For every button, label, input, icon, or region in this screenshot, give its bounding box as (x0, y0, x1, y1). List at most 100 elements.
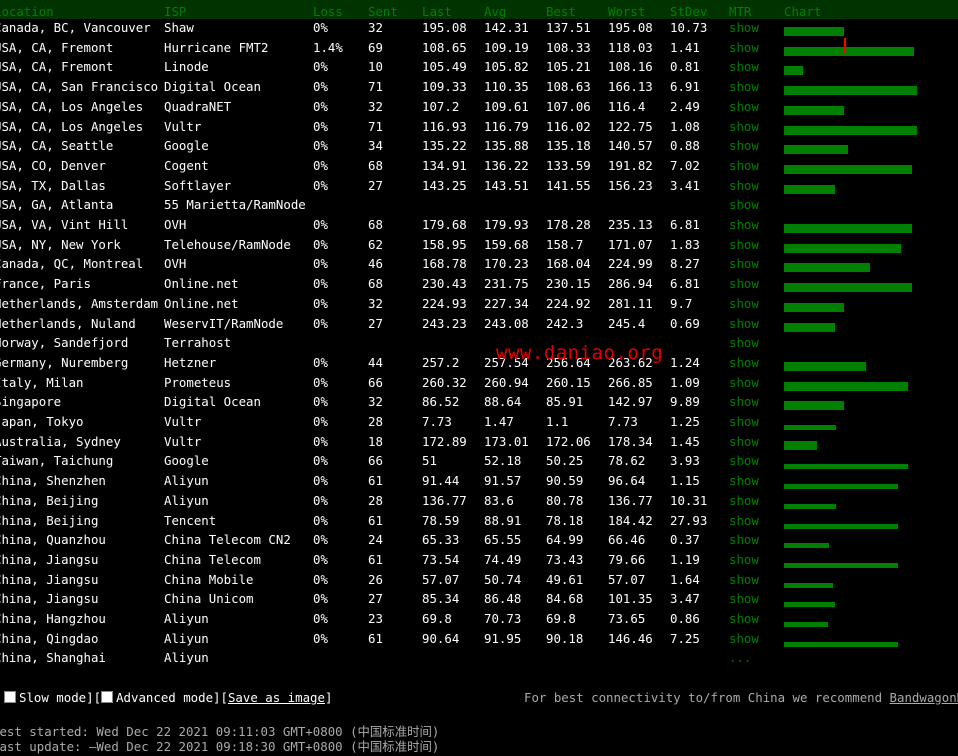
bandwagonhost-link[interactable]: BandwagonHost (890, 690, 958, 705)
mtr-show-link[interactable]: show (729, 453, 759, 469)
cell-loss: 0% (313, 157, 328, 173)
cell-isp: 55 Marietta/RamNode (164, 197, 306, 213)
cell-isp: Shaw (164, 20, 194, 35)
mtr-show-link[interactable]: show (729, 493, 759, 509)
cell-best: 260.15 (546, 374, 591, 390)
cell-last: 158.95 (422, 236, 467, 252)
mtr-show-link[interactable]: show (729, 40, 759, 56)
latency-chart-bar (784, 224, 912, 233)
cell-sent: 18 (368, 433, 383, 449)
latency-chart-bar (784, 283, 912, 293)
mtr-show-link[interactable]: show (729, 591, 759, 607)
table-row: Taiwan, Taichung Google 0% 66 51 52.18 50.25 78… (0, 452, 958, 472)
mtr-show-link[interactable]: show (729, 532, 759, 548)
cell-best: 69.8 (546, 611, 576, 626)
mtr-show-link[interactable]: show (729, 513, 759, 529)
table-row: Canada, QC, Montreal OVH 0% 46 168.78 170.23 1… (0, 255, 958, 275)
table-row: Singapore Digital Ocean 0% 32 86.52 88.64 85.9… (0, 393, 958, 413)
cell-avg: 91.57 (484, 473, 522, 489)
cell-best: 108.63 (546, 79, 591, 95)
mtr-show-link[interactable]: show (729, 158, 759, 174)
latency-chart-bar (784, 622, 828, 627)
cell-location: USA, GA, Atlanta (0, 197, 114, 213)
table-row: China, Shenzhen Aliyun 0% 61 91.44 91.57 90.59… (0, 472, 958, 492)
cell-loss: 0% (313, 295, 328, 311)
advanced-mode-checkbox[interactable] (101, 691, 114, 703)
mtr-show-link[interactable]: show (729, 394, 759, 410)
mtr-show-link[interactable]: show (729, 316, 759, 332)
mtr-show-link[interactable]: show (729, 335, 759, 351)
cell-location: USA, VA, Vint Hill (0, 217, 129, 232)
mtr-show-link[interactable]: show (729, 375, 759, 391)
cell-sent: 32 (368, 295, 383, 311)
mtr-show-link[interactable]: show (729, 276, 759, 292)
cell-sent: 27 (368, 315, 383, 331)
mtr-show-link[interactable]: show (729, 296, 759, 312)
mtr-show-link[interactable]: show (729, 611, 759, 627)
mtr-show-link[interactable]: show (729, 355, 759, 371)
cell-worst: 73.65 (608, 611, 646, 626)
mtr-show-link[interactable]: show (729, 414, 759, 430)
advanced-mode-label[interactable]: Advanced mode (116, 690, 213, 705)
mtr-show-link[interactable]: show (729, 59, 759, 75)
mtr-show-link[interactable]: show (729, 20, 759, 36)
cell-sent: 34 (368, 138, 383, 154)
cell-stdev: 0.81 (670, 59, 700, 75)
watermark: www.daniao.org (496, 342, 664, 364)
cell-location: Singapore (0, 394, 62, 410)
table-row: USA, CA, San Francisco Digital Ocean 0% 71 1… (0, 78, 958, 98)
mtr-show-link[interactable]: show (729, 552, 759, 568)
cell-sent: 61 (368, 551, 383, 567)
mtr-show-link[interactable]: show (729, 256, 759, 272)
cell-worst: 171.07 (608, 236, 653, 252)
mtr-show-link[interactable]: show (729, 237, 759, 253)
cell-last: 107.2 (422, 98, 460, 114)
table-row: China, Jiangsu China Telecom 0% 61 73.54 74.4… (0, 551, 958, 571)
latency-chart-bar (784, 86, 917, 96)
cell-avg: 136.22 (484, 157, 529, 173)
cell-loss: 0% (313, 315, 328, 331)
cell-loss: 0% (313, 611, 328, 626)
cell-best: 64.99 (546, 532, 584, 548)
save-as-image-link[interactable]: Save as image (228, 690, 325, 705)
mtr-show-link[interactable]: show (729, 119, 759, 135)
mtr-show-link[interactable]: show (729, 572, 759, 588)
cell-best: 85.91 (546, 394, 584, 410)
cell-avg: 1.47 (484, 414, 514, 429)
table-row: China, Hangzhou Aliyun 0% 23 69.8 70.73 69.8 73… (0, 610, 958, 630)
mtr-show-link[interactable]: show (729, 434, 759, 450)
slow-mode-label[interactable]: Slow mode (19, 690, 86, 705)
mtr-show-link[interactable]: show (729, 197, 759, 213)
cell-sent: 66 (368, 374, 383, 390)
cell-isp: Telehouse/RamNode (164, 236, 291, 252)
slow-mode-checkbox[interactable] (4, 691, 16, 703)
cell-worst: 224.99 (608, 256, 653, 272)
table-row: USA, CA, Los Angeles QuadraNET 0% 32 107.2 10… (0, 98, 958, 118)
cell-best: 133.59 (546, 157, 591, 173)
table-row: USA, CA, Seattle Google 0% 34 135.22 135.88 13… (0, 137, 958, 157)
cell-sent: 28 (368, 414, 383, 429)
mtr-show-link[interactable]: show (729, 138, 759, 154)
cell-avg: 260.94 (484, 374, 529, 390)
header-stdev: StDev (670, 4, 708, 19)
cell-worst: 156.23 (608, 177, 653, 193)
cell-location: Netherlands, Nuland (0, 315, 136, 331)
mtr-show-link[interactable]: show (729, 99, 759, 115)
mtr-show-link[interactable]: show (729, 631, 759, 647)
recommendation: For best connectivity to/from China we r… (524, 690, 958, 705)
table-row: Netherlands, Nuland WeservIT/RamNode 0% 27 2… (0, 315, 958, 335)
mtr-show-link[interactable]: ... (729, 650, 751, 666)
cell-stdev: 0.37 (670, 532, 700, 548)
cell-last: 105.49 (422, 59, 467, 75)
mtr-show-link[interactable]: show (729, 473, 759, 489)
cell-stdev: 1.25 (670, 414, 700, 429)
mtr-show-link[interactable]: show (729, 79, 759, 95)
cell-last: 65.33 (422, 532, 460, 548)
cell-avg: 179.93 (484, 217, 529, 232)
mtr-show-link[interactable]: show (729, 178, 759, 194)
cell-stdev: 1.64 (670, 571, 700, 587)
cell-stdev: 6.81 (670, 217, 700, 232)
cell-location: China, Shanghai (0, 650, 106, 666)
mtr-show-link[interactable]: show (729, 217, 759, 233)
cell-worst: 140.57 (608, 138, 653, 154)
